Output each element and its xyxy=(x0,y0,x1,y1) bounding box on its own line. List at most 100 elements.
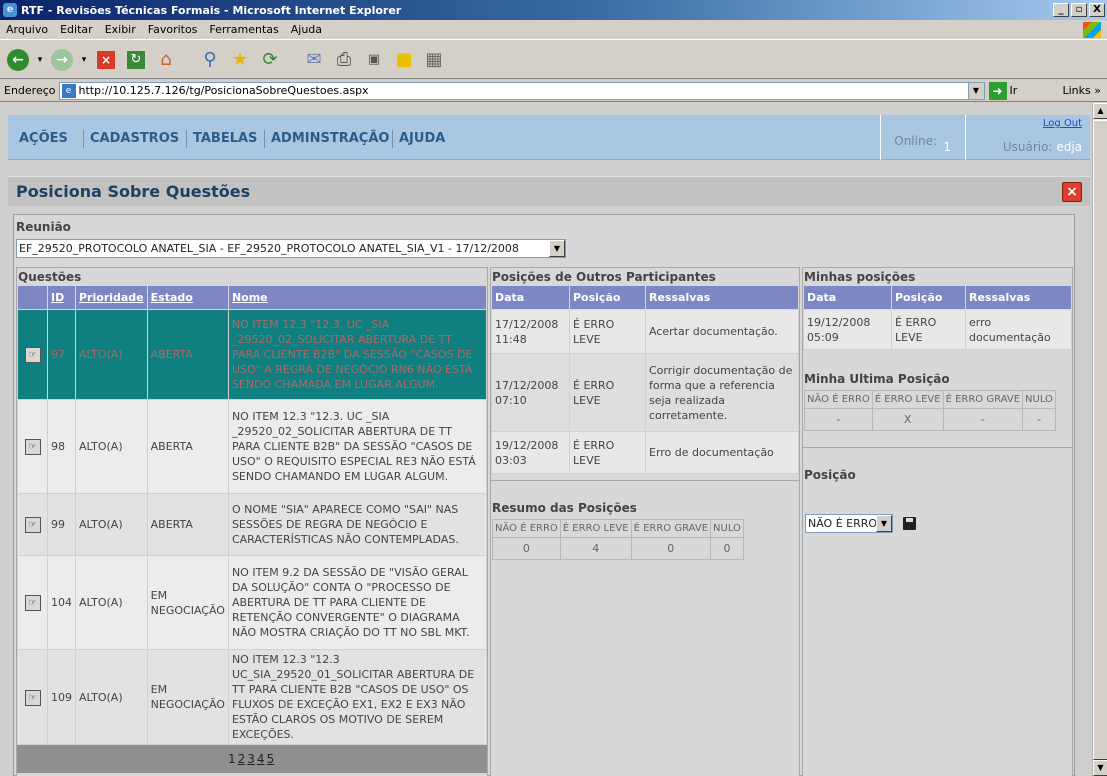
select-hand-icon[interactable]: ☞ xyxy=(24,439,41,455)
col-header-id[interactable]: ID xyxy=(47,285,76,310)
minhas-title: Minhas posições xyxy=(804,270,916,284)
table-row: 19/12/2008 03:03 É ERRO LEVE Erro de doc… xyxy=(491,431,799,474)
edit-button[interactable]: ▣ xyxy=(360,46,388,74)
go-button[interactable]: Ir xyxy=(1010,84,1018,97)
content-panel: Reunião EF_29520_PROTOCOLO ANATEL_SIA - … xyxy=(13,214,1075,776)
cell-nome: NO ITEM 9.2 DA SESSÃO DE "VISÃO GERAL DA… xyxy=(227,555,488,650)
questoes-table: ID Prioridade Estado Nome ☞ 97 ALTO(A) A… xyxy=(17,285,488,745)
cell-data: 19/12/2008 03:03 xyxy=(491,431,570,474)
select-hand-icon[interactable]: ☞ xyxy=(24,517,41,533)
refresh-button[interactable]: ↻ xyxy=(122,46,150,74)
home-button[interactable]: ⌂ xyxy=(152,46,180,74)
address-dropdown-icon[interactable]: ▼ xyxy=(967,82,984,99)
save-icon[interactable] xyxy=(903,517,916,530)
close-page-button[interactable]: × xyxy=(1062,182,1082,202)
history-button[interactable]: ⟳ xyxy=(256,46,284,74)
select-hand-icon[interactable]: ☞ xyxy=(24,689,41,706)
ie-logo-icon: e xyxy=(3,3,17,17)
cell-data: 19/12/2008 05:09 xyxy=(803,309,892,350)
back-button[interactable]: ← xyxy=(4,46,32,74)
go-arrow-icon[interactable]: ➜ xyxy=(988,81,1007,100)
posicao-dropdown-icon[interactable]: ▼ xyxy=(876,515,892,532)
menu-favoritos[interactable]: Favoritos xyxy=(142,23,204,36)
cell-nome: NO ITEM 12.3 "12.3. UC _SIA _29520_02_SO… xyxy=(227,399,488,494)
scroll-thumb[interactable] xyxy=(1093,120,1107,760)
maximize-button[interactable]: ▫ xyxy=(1071,3,1087,17)
minimize-button[interactable]: _ xyxy=(1053,3,1069,17)
cell-posicao: É ERRO LEVE xyxy=(569,309,646,354)
cell-posicao: É ERRO LEVE xyxy=(891,309,966,350)
menu-arquivo[interactable]: Arquivo xyxy=(0,23,54,36)
research-button[interactable]: ▦ xyxy=(420,46,448,74)
nav-cadastros[interactable]: CADASTROS xyxy=(90,131,179,146)
cell-data: 17/12/2008 07:10 xyxy=(491,353,570,432)
resumo-value: 0 xyxy=(630,537,712,560)
posicao-select[interactable]: NÃO É ERRO ▼ xyxy=(805,514,893,533)
col-header-nome[interactable]: Nome xyxy=(227,285,488,310)
page-3-link[interactable]: 3 xyxy=(247,752,255,766)
refresh-icon: ↻ xyxy=(127,50,145,69)
table-row[interactable]: ☞ 104 ALTO(A) EM NEGOCIAÇÃO NO ITEM 9.2 … xyxy=(17,555,488,650)
posicao-selected: NÃO É ERRO xyxy=(808,517,878,530)
menu-bar: Arquivo Editar Exibir Favoritos Ferramen… xyxy=(0,20,1107,40)
favorites-star-icon: ★ xyxy=(231,49,249,70)
address-input[interactable]: e http://10.125.7.126/tg/PosicionaSobreQ… xyxy=(58,81,985,100)
outros-table: Data Posição Ressalvas 17/12/2008 11:48 … xyxy=(491,285,799,474)
user-panel: Log Out Usuário: edja xyxy=(965,115,1090,160)
close-window-button[interactable]: X xyxy=(1089,3,1105,17)
address-url: http://10.125.7.126/tg/PosicionaSobreQue… xyxy=(78,84,369,97)
resumo-header: NULO xyxy=(710,519,744,538)
address-bar: Endereço e http://10.125.7.126/tg/Posici… xyxy=(0,80,1107,102)
scroll-down-icon[interactable]: ▼ xyxy=(1093,760,1107,776)
col-header-posicao: Posição xyxy=(891,285,966,310)
nav-tabelas[interactable]: TABELAS xyxy=(193,131,257,146)
page-header: Posiciona Sobre Questões × xyxy=(8,176,1090,206)
menu-ferramentas[interactable]: Ferramentas xyxy=(203,23,284,36)
nav-adminstracao[interactable]: ADMINSTRAÇÃO xyxy=(271,131,389,146)
reuniao-dropdown-icon[interactable]: ▼ xyxy=(549,240,565,257)
favorites-button[interactable]: ★ xyxy=(226,46,254,74)
page-2-link[interactable]: 2 xyxy=(238,752,246,766)
forward-dropdown-icon[interactable]: ▾ xyxy=(78,46,90,74)
nav-acoes[interactable]: AÇÕES xyxy=(19,131,68,146)
resumo-title: Resumo das Posições xyxy=(492,501,637,515)
cell-posicao: É ERRO LEVE xyxy=(569,353,646,432)
page-4-link[interactable]: 4 xyxy=(257,752,265,766)
resumo-header: É ERRO LEVE xyxy=(559,519,632,538)
scroll-up-icon[interactable]: ▲ xyxy=(1093,103,1107,119)
links-button[interactable]: Links » xyxy=(1063,84,1102,97)
table-row[interactable]: ☞ 97 ALTO(A) ABERTA NO ITEM 12.3 "12.3. … xyxy=(17,309,488,400)
logout-link[interactable]: Log Out xyxy=(1043,118,1082,129)
select-hand-icon[interactable]: ☞ xyxy=(24,347,41,363)
cell-estado: ABERTA xyxy=(146,399,229,494)
back-dropdown-icon[interactable]: ▾ xyxy=(34,46,46,74)
forward-button[interactable]: → xyxy=(48,46,76,74)
table-row[interactable]: ☞ 99 ALTO(A) ABERTA O NOME "SIA" APARECE… xyxy=(17,493,488,556)
select-hand-icon[interactable]: ☞ xyxy=(24,595,41,611)
minhas-section: Minhas posições Data Posição Ressalvas 1… xyxy=(802,267,1073,776)
window-title: RTF - Revisões Técnicas Formais - Micros… xyxy=(21,3,402,17)
nav-ajuda[interactable]: AJUDA xyxy=(399,131,445,146)
cell-id: 99 xyxy=(47,493,76,556)
mail-button[interactable]: ✉ xyxy=(300,46,328,74)
print-button[interactable]: ⎙ xyxy=(330,46,358,74)
menu-editar[interactable]: Editar xyxy=(54,23,99,36)
questoes-title: Questões xyxy=(18,270,82,284)
reuniao-select[interactable]: EF_29520_PROTOCOLO ANATEL_SIA - EF_29520… xyxy=(16,239,566,258)
menu-exibir[interactable]: Exibir xyxy=(99,23,142,36)
menu-ajuda[interactable]: Ajuda xyxy=(285,23,328,36)
col-header-estado[interactable]: Estado xyxy=(146,285,229,310)
page-5-link[interactable]: 5 xyxy=(267,752,275,766)
close-icon: × xyxy=(1066,184,1078,200)
table-row[interactable]: ☞ 109 ALTO(A) EM NEGOCIAÇÃO NO ITEM 12.3… xyxy=(17,649,488,745)
col-header-prioridade[interactable]: Prioridade xyxy=(75,285,148,310)
print-icon: ⎙ xyxy=(336,49,352,70)
table-row[interactable]: ☞ 98 ALTO(A) ABERTA NO ITEM 12.3 "12.3. … xyxy=(17,399,488,494)
discuss-button[interactable]: ■ xyxy=(390,46,418,74)
home-icon: ⌂ xyxy=(160,49,172,70)
search-button[interactable]: ⚲ xyxy=(196,46,224,74)
stop-button[interactable]: × xyxy=(92,46,120,74)
cell-ressalvas: Corrigir documentação de forma que a ref… xyxy=(645,353,799,432)
vertical-scrollbar[interactable]: ▲ ▼ xyxy=(1092,103,1107,776)
cell-prioridade: ALTO(A) xyxy=(75,649,148,745)
